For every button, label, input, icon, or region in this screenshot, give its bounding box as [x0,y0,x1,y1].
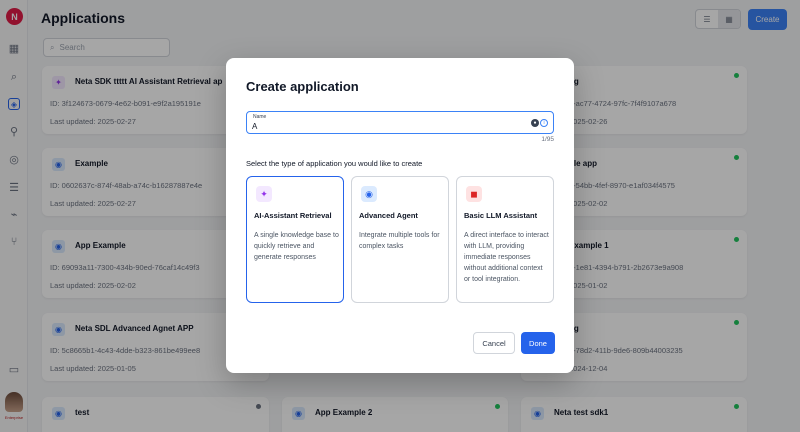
assistant-icon: ✦ [256,186,272,202]
type-description: Integrate multiple tools for complex tas… [359,232,440,250]
type-name: AI-Assistant Retrieval [254,211,332,220]
llm-icon: ◼ [466,186,482,202]
name-field[interactable]: Name ● i [246,111,554,134]
type-option-ai-assistant-retrieval[interactable]: ✦ AI-Assistant Retrieval A single knowle… [246,176,344,303]
create-application-dialog: Create application Name ● i 1/95 Select … [226,58,574,373]
type-description: A single knowledge base to quickly retri… [254,232,339,261]
info-icon[interactable]: i [540,119,548,127]
type-description: A direct interface to interact with LLM,… [464,232,549,283]
type-option-basic-llm-assistant[interactable]: ◼ Basic LLM Assistant A direct interface… [456,176,554,303]
type-option-advanced-agent[interactable]: ◉ Advanced Agent Integrate multiple tool… [351,176,449,303]
type-name: Basic LLM Assistant [464,211,538,220]
lock-icon: ● [531,119,539,127]
type-heading: Select the type of application you would… [246,159,423,168]
agent-icon: ◉ [361,186,377,202]
cancel-button[interactable]: Cancel [473,332,515,354]
dialog-title: Create application [246,79,359,94]
char-count: 1/95 [541,136,554,143]
done-button[interactable]: Done [521,332,555,354]
name-input[interactable] [252,120,522,132]
field-icons: ● i [531,119,548,127]
type-name: Advanced Agent [359,211,418,220]
